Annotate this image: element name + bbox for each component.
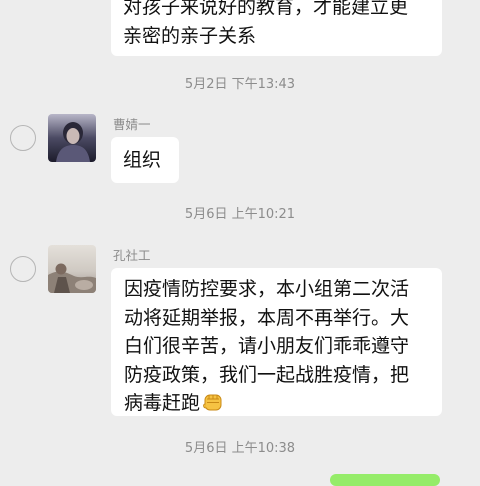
- message-text-fragment: 病毒赶跑: [124, 392, 201, 414]
- message-text-line: 因疫情防控要求，本小组第二次活: [124, 278, 410, 300]
- timestamp-divider: 5月6日 上午10:38: [184, 441, 296, 456]
- timestamp-divider: 5月2日 下午13:43: [184, 77, 296, 92]
- sender-name: 孔社工: [113, 248, 151, 263]
- message-bubble-previous[interactable]: 对孩子来说好的教育，才能建立更 亲密的亲子关系: [111, 0, 442, 56]
- select-checkbox[interactable]: [10, 125, 36, 151]
- message-bubble[interactable]: 组织: [111, 137, 179, 183]
- self-message-bubble-partial[interactable]: [330, 474, 440, 486]
- message-bubble[interactable]: 因疫情防控要求，本小组第二次活 动将延期举报，本周不再举行。大 白们很辛苦，请小…: [111, 268, 442, 416]
- select-checkbox[interactable]: [10, 256, 36, 282]
- message-text-line: 动将延期举报，本周不再举行。大: [124, 306, 410, 329]
- message-text-line: 亲密的亲子关系: [123, 24, 257, 47]
- message-text-line-last: 病毒赶跑: [124, 389, 429, 421]
- avatar-landscape-icon[interactable]: [48, 245, 96, 293]
- message-text-line: 白们很辛苦，请小朋友们乖乖遵守: [124, 335, 410, 357]
- fist-emoji-icon: [202, 390, 224, 421]
- sender-name: 曹婧一: [113, 117, 151, 132]
- message-text-line: 组织: [123, 149, 162, 171]
- avatar-person-dark-icon[interactable]: [48, 114, 96, 162]
- timestamp-divider: 5月6日 上午10:21: [184, 207, 296, 222]
- message-text-line: 防疫政策，我们一起战胜疫情，把: [124, 363, 410, 386]
- message-text-line: 对孩子来说好的教育，才能建立更: [123, 0, 409, 18]
